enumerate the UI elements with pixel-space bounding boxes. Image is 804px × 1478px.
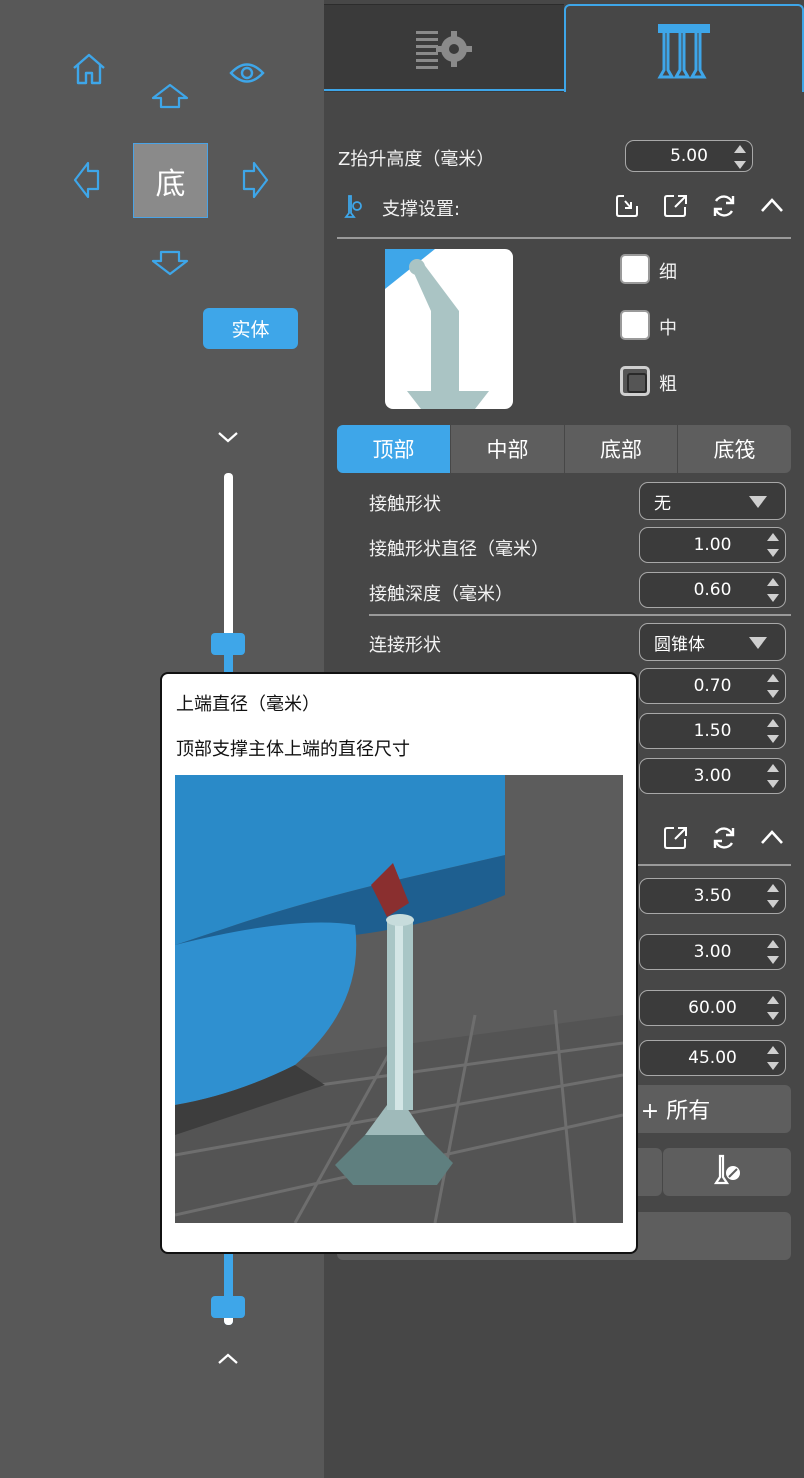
- upper-diameter-spinbox[interactable]: 0.70: [639, 668, 786, 704]
- contact-shape-value: 无: [654, 493, 671, 514]
- tooltip-description: 顶部支撑主体上端的直径尺寸: [176, 739, 410, 760]
- spin-arrows-icon[interactable]: [767, 764, 779, 788]
- export-icon[interactable]: [663, 193, 689, 219]
- list-gear-icon: [414, 27, 474, 71]
- spin-arrows-icon[interactable]: [767, 1046, 779, 1070]
- spin-arrows-icon[interactable]: [767, 578, 779, 602]
- connection-shape-label: 连接形状: [369, 635, 441, 656]
- setting-value-3: 60.00: [688, 998, 737, 1018]
- divider: [369, 614, 791, 616]
- tab-bottom[interactable]: 底部: [565, 425, 677, 473]
- arrow-down-icon[interactable]: [150, 250, 190, 276]
- setting-spinbox-3[interactable]: 60.00: [639, 990, 786, 1026]
- tab-top[interactable]: 顶部: [337, 425, 450, 473]
- reset-icon[interactable]: [711, 825, 737, 851]
- tab-settings-underline: [324, 89, 566, 91]
- upper-diameter-value: 0.70: [693, 676, 732, 696]
- length-spinbox[interactable]: 3.00: [639, 758, 786, 794]
- arrow-left-icon[interactable]: [73, 160, 101, 200]
- tab-raft[interactable]: 底筏: [678, 425, 791, 473]
- contact-diameter-value: 1.00: [693, 535, 732, 555]
- length-value: 3.00: [693, 766, 732, 786]
- density-coarse-checkbox[interactable]: [620, 366, 650, 396]
- solid-view-button[interactable]: 实体: [203, 308, 298, 349]
- dropdown-caret-icon: [749, 496, 767, 508]
- support-erase-icon: [710, 1152, 744, 1192]
- connection-shape-value: 圆锥体: [654, 634, 705, 655]
- dropdown-caret-icon: [749, 637, 767, 649]
- setting-value-1: 3.50: [693, 886, 732, 906]
- layer-slider-lower-handle[interactable]: [211, 1296, 245, 1318]
- density-fine-checkbox[interactable]: [620, 254, 650, 284]
- setting-value-4: 45.00: [688, 1048, 737, 1068]
- setting-value-2: 3.00: [693, 942, 732, 962]
- spin-arrows-icon[interactable]: [767, 533, 779, 557]
- lower-diameter-value: 1.50: [693, 721, 732, 741]
- setting-spinbox-4[interactable]: 45.00: [639, 1040, 786, 1076]
- arrow-right-icon[interactable]: [241, 160, 269, 200]
- contact-diameter-label: 接触形状直径（毫米）: [369, 539, 549, 560]
- tab-support[interactable]: [564, 4, 804, 92]
- contact-diameter-spinbox[interactable]: 1.00: [639, 527, 786, 563]
- spin-arrows-icon[interactable]: [767, 884, 779, 908]
- home-icon[interactable]: [71, 52, 107, 86]
- contact-depth-label: 接触深度（毫米）: [369, 584, 513, 605]
- contact-shape-label: 接触形状: [369, 494, 441, 515]
- setting-spinbox-2[interactable]: 3.00: [639, 934, 786, 970]
- support-table-icon: [656, 22, 712, 80]
- lower-diameter-spinbox[interactable]: 1.50: [639, 713, 786, 749]
- support-icon: [343, 193, 365, 219]
- divider: [337, 237, 791, 239]
- layer-slider-upper-handle[interactable]: [211, 633, 245, 655]
- chevron-up-icon[interactable]: [217, 1352, 239, 1366]
- tab-settings[interactable]: [324, 4, 564, 92]
- collapse-icon[interactable]: [759, 828, 785, 846]
- import-icon[interactable]: [615, 193, 641, 219]
- reset-icon[interactable]: [711, 193, 737, 219]
- z-lift-label: Z抬升高度（毫米）: [338, 149, 495, 170]
- tooltip-title: 上端直径（毫米）: [176, 694, 320, 715]
- support-settings-label: 支撑设置:: [382, 199, 461, 220]
- density-medium-checkbox[interactable]: [620, 310, 650, 340]
- spin-arrows-icon[interactable]: [734, 145, 746, 169]
- contact-depth-value: 0.60: [693, 580, 732, 600]
- eye-icon[interactable]: [229, 60, 265, 86]
- spin-arrows-icon[interactable]: [767, 940, 779, 964]
- density-fine-label: 细: [659, 262, 677, 283]
- density-coarse-label: 粗: [659, 374, 677, 395]
- spin-arrows-icon[interactable]: [767, 719, 779, 743]
- z-lift-spinbox[interactable]: 5.00: [625, 140, 753, 172]
- view-cube-face[interactable]: 底: [133, 143, 208, 218]
- contact-depth-spinbox[interactable]: 0.60: [639, 572, 786, 608]
- spin-arrows-icon[interactable]: [767, 674, 779, 698]
- arrow-up-icon[interactable]: [150, 83, 190, 109]
- connection-shape-select[interactable]: 圆锥体: [639, 623, 786, 661]
- setting-spinbox-1[interactable]: 3.50: [639, 878, 786, 914]
- spin-arrows-icon[interactable]: [767, 996, 779, 1020]
- z-lift-value: 5.00: [670, 146, 708, 166]
- tooltip-illustration: [174, 775, 624, 1224]
- density-medium-label: 中: [659, 318, 677, 339]
- export-icon[interactable]: [663, 825, 689, 851]
- tab-middle[interactable]: 中部: [451, 425, 564, 473]
- contact-shape-select[interactable]: 无: [639, 482, 786, 520]
- layer-slider-track-top[interactable]: [224, 473, 233, 653]
- support-preview-image: [385, 249, 513, 409]
- delete-support-button[interactable]: [663, 1148, 791, 1196]
- collapse-icon[interactable]: [759, 196, 785, 214]
- chevron-down-icon[interactable]: [217, 430, 239, 444]
